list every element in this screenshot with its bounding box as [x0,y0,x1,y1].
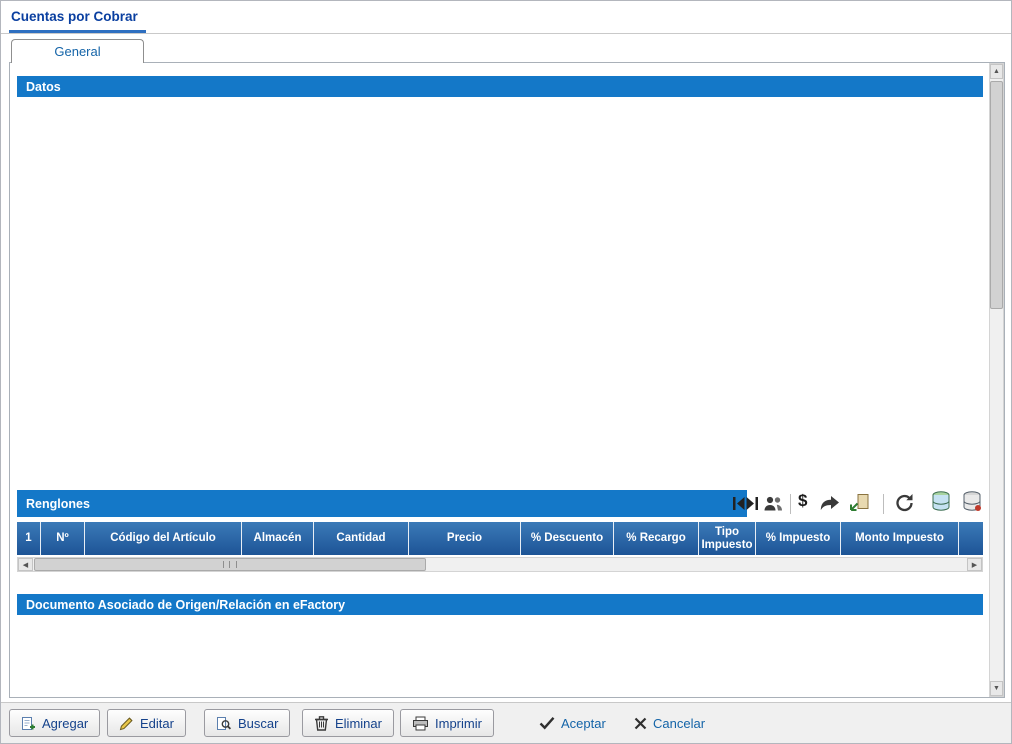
refresh-icon[interactable] [895,493,916,512]
doc-asociado-section-header: Documento Asociado de Origen/Relación en… [17,594,983,615]
aceptar-label: Aceptar [561,716,606,731]
hscroll-grip [223,561,237,568]
edit-pencil-icon [119,716,134,731]
database-icon[interactable] [960,490,984,514]
doc-asociado-section-title: Documento Asociado de Origen/Relación en… [26,598,345,612]
grid-col-filler [959,522,983,555]
tab-general[interactable]: General [11,39,144,63]
editar-button[interactable]: Editar [107,709,186,737]
currency-icon[interactable]: $ [798,491,807,511]
panel-vscrollbar[interactable]: ▲ ▼ [989,63,1004,697]
grid-col-pct-descuento[interactable]: % Descuento [521,522,614,555]
datos-section-header: Datos [17,76,983,97]
title-divider [1,33,1012,34]
page-title: Cuentas por Cobrar [11,9,138,24]
scroll-right-icon[interactable]: ▶ [967,558,982,571]
grid-col-almacen[interactable]: Almacén [242,522,314,555]
check-icon [539,716,555,730]
renglones-grid-header: 1 Nº Código del Artículo Almacén Cantida… [17,522,983,555]
renglones-section-title: Renglones [26,497,90,511]
cancelar-button[interactable]: Cancelar [623,709,716,737]
grid-col-pct-recargo[interactable]: % Recargo [614,522,699,555]
import-icon[interactable] [849,493,870,512]
tab-general-label: General [54,44,100,59]
buscar-button[interactable]: Buscar [204,709,290,737]
imprimir-label: Imprimir [435,716,482,731]
vscroll-thumb[interactable] [990,81,1003,309]
renglones-section-header: Renglones [17,490,747,517]
title-underline [9,30,146,33]
grid-hscrollbar[interactable]: ◀ ▶ [17,557,983,572]
cuentas-por-cobrar-window: Cuentas por Cobrar General Datos Tipo: D… [0,0,1012,744]
agregar-button[interactable]: Agregar [9,709,100,737]
grid-col-rownum[interactable]: 1 [17,522,41,555]
nav-first-last-icon[interactable] [732,496,759,511]
eliminar-label: Eliminar [335,716,382,731]
grid-col-tipo-impuesto[interactable]: Tipo Impuesto [699,522,756,555]
scroll-up-icon[interactable]: ▲ [990,64,1003,79]
toolbar-separator-2 [883,494,884,514]
hscroll-thumb[interactable] [34,558,426,571]
toolbar-separator [790,494,791,514]
buscar-label: Buscar [238,716,278,731]
aceptar-button[interactable]: Aceptar [528,709,617,737]
grid-col-pct-impuesto[interactable]: % Impuesto [756,522,841,555]
grid-col-cantidad[interactable]: Cantidad [314,522,409,555]
imprimir-button[interactable]: Imprimir [400,709,494,737]
grid-col-numero[interactable]: Nº [41,522,85,555]
scroll-down-icon[interactable]: ▼ [990,681,1003,696]
database-export-icon[interactable] [929,490,953,514]
datos-section-title: Datos [26,80,61,94]
search-doc-icon [216,716,232,731]
agregar-label: Agregar [42,716,88,731]
printer-icon [412,716,429,731]
eliminar-button[interactable]: Eliminar [302,709,394,737]
contacts-icon[interactable] [763,495,784,512]
trash-icon [314,715,329,731]
editar-label: Editar [140,716,174,731]
scroll-left-icon[interactable]: ◀ [18,558,33,571]
grid-col-monto-impuesto[interactable]: Monto Impuesto [841,522,959,555]
add-record-icon [21,716,36,731]
forward-icon[interactable] [819,495,840,511]
cancelar-label: Cancelar [653,716,705,731]
grid-col-codigo-articulo[interactable]: Código del Artículo [85,522,242,555]
grid-col-precio[interactable]: Precio [409,522,521,555]
close-icon [634,717,647,730]
